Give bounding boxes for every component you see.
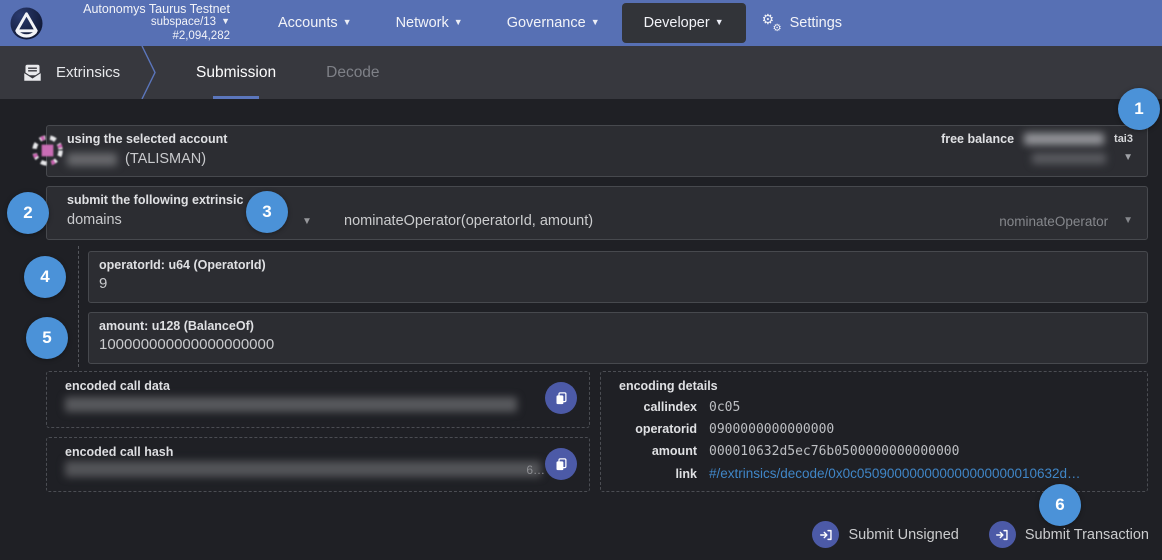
amount-value: 000010632d5ec76b0500000000000000 bbox=[709, 444, 1081, 459]
callout-badge-3: 3 bbox=[246, 191, 288, 233]
extrinsic-select-label: submit the following extrinsic bbox=[67, 193, 243, 207]
encoded-call-data-box: encoded call data bbox=[46, 371, 590, 428]
submit-unsigned-button[interactable]: Submit Unsigned bbox=[812, 521, 958, 548]
param-operatorid-input[interactable]: 9 bbox=[99, 275, 107, 292]
callout-badge-4: 4 bbox=[24, 256, 66, 298]
tab-decode[interactable]: Decode bbox=[326, 46, 379, 99]
encoded-call-hash-label: encoded call hash bbox=[65, 445, 173, 459]
amount-label: amount bbox=[619, 444, 697, 458]
free-balance-block: free balance tai3 ▼ bbox=[941, 132, 1133, 164]
copy-icon bbox=[554, 391, 569, 406]
tab-submission[interactable]: Submission bbox=[196, 46, 276, 99]
main-menu: Accounts▼ Network▼ Governance▼ Developer… bbox=[256, 0, 858, 46]
chevron-down-icon[interactable]: ▼ bbox=[302, 216, 312, 227]
chevron-down-icon: ▼ bbox=[715, 17, 724, 27]
extrinsics-icon bbox=[22, 63, 43, 83]
encoded-call-hash-box: encoded call hash 6… bbox=[46, 437, 590, 492]
menu-item-accounts[interactable]: Accounts▼ bbox=[256, 0, 374, 46]
encoding-details-grid: callindex 0c05 operatorid 09000000000000… bbox=[619, 400, 1081, 481]
call-signature: nominateOperator(operatorId, amount) bbox=[344, 213, 593, 229]
chevron-down-icon: ▼ bbox=[221, 16, 230, 26]
method-select[interactable]: nominateOperator ▼ bbox=[999, 214, 1133, 229]
extrinsic-select: submit the following extrinsic domains ▼… bbox=[46, 186, 1148, 240]
chevron-down-icon: ▼ bbox=[1123, 215, 1133, 226]
callindex-value: 0c05 bbox=[709, 400, 1081, 415]
param-operatorid: operatorId: u64 (OperatorId) 9 bbox=[88, 251, 1148, 303]
chevron-down-icon: ▼ bbox=[454, 17, 463, 27]
callout-badge-6: 6 bbox=[1039, 484, 1081, 526]
param-operatorid-label: operatorId: u64 (OperatorId) bbox=[99, 258, 266, 272]
account-select-label: using the selected account bbox=[67, 132, 227, 146]
encoded-call-data-redacted bbox=[65, 397, 517, 412]
copy-icon bbox=[554, 457, 569, 472]
chain-info: Autonomys Taurus Testnet subspace/13▼ #2… bbox=[54, 3, 230, 44]
balance-unit: tai3 bbox=[1114, 133, 1133, 145]
account-identicon bbox=[31, 134, 64, 167]
chevron-down-icon: ▼ bbox=[343, 17, 352, 27]
submit-transaction-button[interactable]: Submit Transaction bbox=[989, 521, 1149, 548]
sign-in-icon bbox=[812, 521, 839, 548]
runtime-version-selector[interactable]: subspace/13▼ bbox=[54, 16, 230, 30]
autonomys-logo-icon bbox=[10, 7, 43, 40]
section-title: Extrinsics bbox=[56, 64, 120, 81]
params-tree-guide bbox=[78, 246, 79, 367]
menu-item-developer[interactable]: Developer▼ bbox=[622, 3, 746, 43]
param-amount-label: amount: u128 (BalanceOf) bbox=[99, 319, 254, 333]
menu-item-settings[interactable]: ⚙⚙ Settings bbox=[746, 0, 858, 46]
chevron-down-icon[interactable]: ▼ bbox=[1123, 152, 1133, 163]
tab-bar: Extrinsics Submission Decode bbox=[0, 46, 1162, 99]
submit-actions: Submit Unsigned Submit Transaction bbox=[812, 521, 1149, 548]
link-label: link bbox=[619, 467, 697, 481]
hash-visible-tail: 6… bbox=[526, 463, 545, 477]
gears-icon: ⚙⚙ bbox=[762, 14, 782, 32]
free-balance-label: free balance bbox=[941, 132, 1014, 146]
encoded-call-hash-redacted bbox=[65, 461, 541, 477]
tabs: Submission Decode bbox=[196, 46, 380, 99]
menu-item-network[interactable]: Network▼ bbox=[374, 0, 485, 46]
pallet-select[interactable]: domains bbox=[67, 212, 122, 228]
callout-badge-5: 5 bbox=[26, 317, 68, 359]
operatorid-value: 0900000000000000 bbox=[709, 422, 1081, 437]
top-navbar: Autonomys Taurus Testnet subspace/13▼ #2… bbox=[0, 0, 1162, 46]
account-name-suffix: (TALISMAN) bbox=[125, 151, 206, 167]
callout-badge-1: 1 bbox=[1118, 88, 1160, 130]
breadcrumb-chevron-icon bbox=[140, 46, 158, 99]
encoded-call-data-label: encoded call data bbox=[65, 379, 170, 393]
extrinsics-page: Autonomys Taurus Testnet subspace/13▼ #2… bbox=[0, 0, 1162, 560]
callindex-label: callindex bbox=[619, 400, 697, 414]
selected-account: (TALISMAN) bbox=[67, 151, 206, 167]
account-name-redacted bbox=[67, 153, 117, 166]
copy-call-data-button[interactable] bbox=[545, 382, 577, 414]
account-select[interactable]: using the selected account (TALISMAN) fr… bbox=[46, 125, 1148, 177]
encoding-details-title: encoding details bbox=[619, 379, 718, 393]
chevron-down-icon: ▼ bbox=[591, 17, 600, 27]
encoding-details-box: encoding details callindex 0c05 operator… bbox=[600, 371, 1148, 492]
section-header: Extrinsics bbox=[22, 63, 134, 83]
copy-call-hash-button[interactable] bbox=[545, 448, 577, 480]
best-block-number: #2,094,282 bbox=[54, 30, 230, 44]
param-amount: amount: u128 (BalanceOf) 100000000000000… bbox=[88, 312, 1148, 364]
sign-in-icon bbox=[989, 521, 1016, 548]
operatorid-label: operatorid bbox=[619, 422, 697, 436]
menu-item-governance[interactable]: Governance▼ bbox=[485, 0, 622, 46]
free-balance-value-redacted bbox=[1024, 133, 1104, 145]
param-amount-input[interactable]: 100000000000000000000 bbox=[99, 336, 274, 353]
secondary-balance-redacted bbox=[1032, 153, 1106, 164]
decode-link[interactable]: #/extrinsics/decode/0x0c0509000000000000… bbox=[709, 466, 1081, 481]
callout-badge-2: 2 bbox=[7, 192, 49, 234]
chain-name: Autonomys Taurus Testnet bbox=[54, 3, 230, 17]
